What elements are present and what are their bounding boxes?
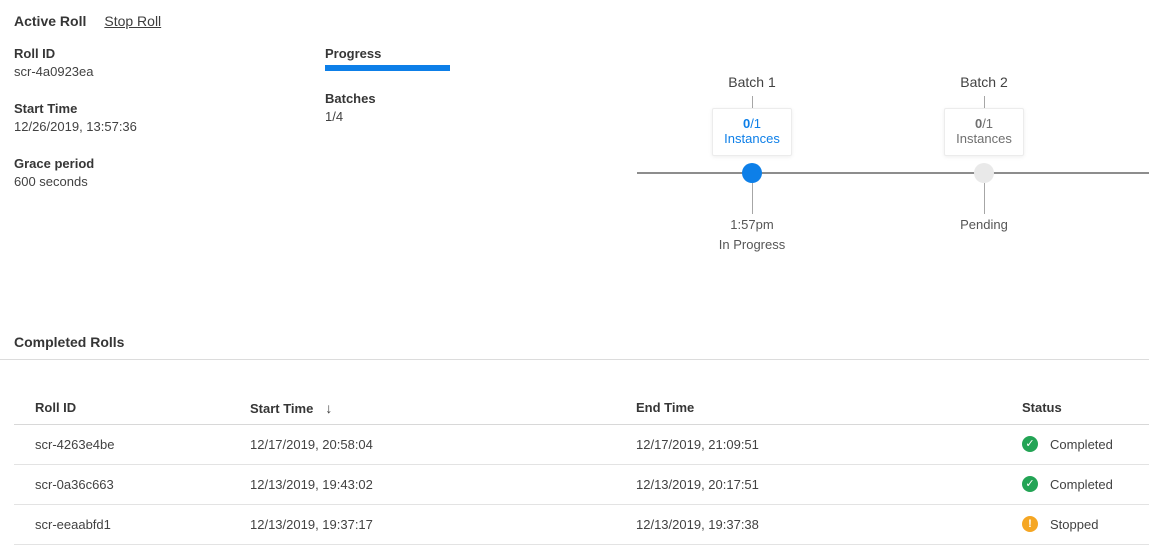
batches-block: Batches 1/4: [325, 91, 376, 125]
batch2-label: Batch 2: [960, 74, 1007, 90]
batch2-timeline-dot: [974, 163, 994, 183]
roll-id-value: scr-4a0923ea: [14, 64, 94, 80]
column-header-roll-id[interactable]: Roll ID: [14, 392, 250, 424]
grace-period-label: Grace period: [14, 156, 94, 172]
column-header-start-time[interactable]: Start Time ↓: [250, 392, 636, 424]
page-canvas: Active Roll Stop Roll Roll ID scr-4a0923…: [0, 0, 1149, 545]
roll-id-cell: scr-0a36c663: [14, 464, 250, 504]
batch1-tick-bottom: [752, 183, 753, 214]
grace-period-field: Grace period 600 seconds: [14, 156, 94, 190]
active-roll-header: Active Roll Stop Roll: [14, 13, 161, 29]
table-header-row: Roll ID Start Time ↓ End Time Status: [14, 392, 1149, 424]
batches-label: Batches: [325, 91, 376, 107]
status-cell: ✓ Completed: [1022, 464, 1149, 504]
batch1-time: 1:57pm: [730, 218, 773, 232]
start-time-label: Start Time: [14, 101, 137, 117]
batch1-label: Batch 1: [728, 74, 775, 90]
start-time-cell: 12/17/2019, 20:58:04: [250, 424, 636, 464]
start-time-field: Start Time 12/26/2019, 13:57:36: [14, 101, 137, 135]
completed-rolls-table: Roll ID Start Time ↓ End Time Status scr-…: [14, 392, 1149, 545]
table-row: scr-eeaabfd1 12/13/2019, 19:37:17 12/13/…: [14, 504, 1149, 544]
status-text: Stopped: [1050, 517, 1098, 532]
column-header-end-time[interactable]: End Time: [636, 392, 1022, 424]
roll-id-label: Roll ID: [14, 46, 94, 62]
end-time-cell: 12/13/2019, 19:37:38: [636, 504, 1022, 544]
section-divider: [0, 359, 1149, 360]
start-time-cell: 12/13/2019, 19:37:17: [250, 504, 636, 544]
active-roll-title: Active Roll: [14, 13, 86, 29]
stop-roll-link[interactable]: Stop Roll: [104, 13, 161, 29]
sort-descending-icon[interactable]: ↓: [325, 400, 332, 416]
end-time-cell: 12/13/2019, 20:17:51: [636, 464, 1022, 504]
batch2-instances-count: 0/1: [945, 116, 1023, 131]
batches-value: 1/4: [325, 109, 376, 125]
roll-id-cell: scr-eeaabfd1: [14, 504, 250, 544]
progress-label: Progress: [325, 46, 450, 62]
progress-bar: [325, 65, 450, 71]
table-row: scr-4263e4be 12/17/2019, 20:58:04 12/17/…: [14, 424, 1149, 464]
batch1-tick-top: [752, 96, 753, 108]
column-header-status[interactable]: Status: [1022, 392, 1149, 424]
end-time-cell: 12/17/2019, 21:09:51: [636, 424, 1022, 464]
warning-exclamation-icon: !: [1022, 516, 1038, 532]
start-time-header-label: Start Time: [250, 401, 313, 416]
batch2-tick-bottom: [984, 183, 985, 214]
batch1-instances-card[interactable]: 0/1 Instances: [712, 108, 792, 156]
timeline-axis: [637, 172, 1149, 174]
progress-block: Progress: [325, 46, 450, 71]
grace-period-value: 600 seconds: [14, 174, 94, 190]
batch1-timeline-dot: [742, 163, 762, 183]
batch2-status: Pending: [960, 218, 1008, 232]
roll-id-field: Roll ID scr-4a0923ea: [14, 46, 94, 80]
batch2-instances-card[interactable]: 0/1 Instances: [944, 108, 1024, 156]
status-cell: ! Stopped: [1022, 504, 1149, 544]
success-check-icon: ✓: [1022, 476, 1038, 492]
start-time-cell: 12/13/2019, 19:43:02: [250, 464, 636, 504]
status-text: Completed: [1050, 477, 1113, 492]
batch2-below: Pending: [960, 218, 1008, 232]
roll-id-cell: scr-4263e4be: [14, 424, 250, 464]
batch2-instances-label: Instances: [945, 131, 1023, 146]
status-cell: ✓ Completed: [1022, 424, 1149, 464]
batch1-below: 1:57pm In Progress: [719, 218, 785, 252]
success-check-icon: ✓: [1022, 436, 1038, 452]
completed-rolls-title: Completed Rolls: [14, 334, 124, 350]
table-row: scr-0a36c663 12/13/2019, 19:43:02 12/13/…: [14, 464, 1149, 504]
batch1-instances-label: Instances: [713, 131, 791, 146]
status-text: Completed: [1050, 437, 1113, 452]
batch2-tick-top: [984, 96, 985, 108]
batch1-status: In Progress: [719, 238, 785, 252]
batch1-instances-count: 0/1: [713, 116, 791, 131]
start-time-value: 12/26/2019, 13:57:36: [14, 119, 137, 135]
